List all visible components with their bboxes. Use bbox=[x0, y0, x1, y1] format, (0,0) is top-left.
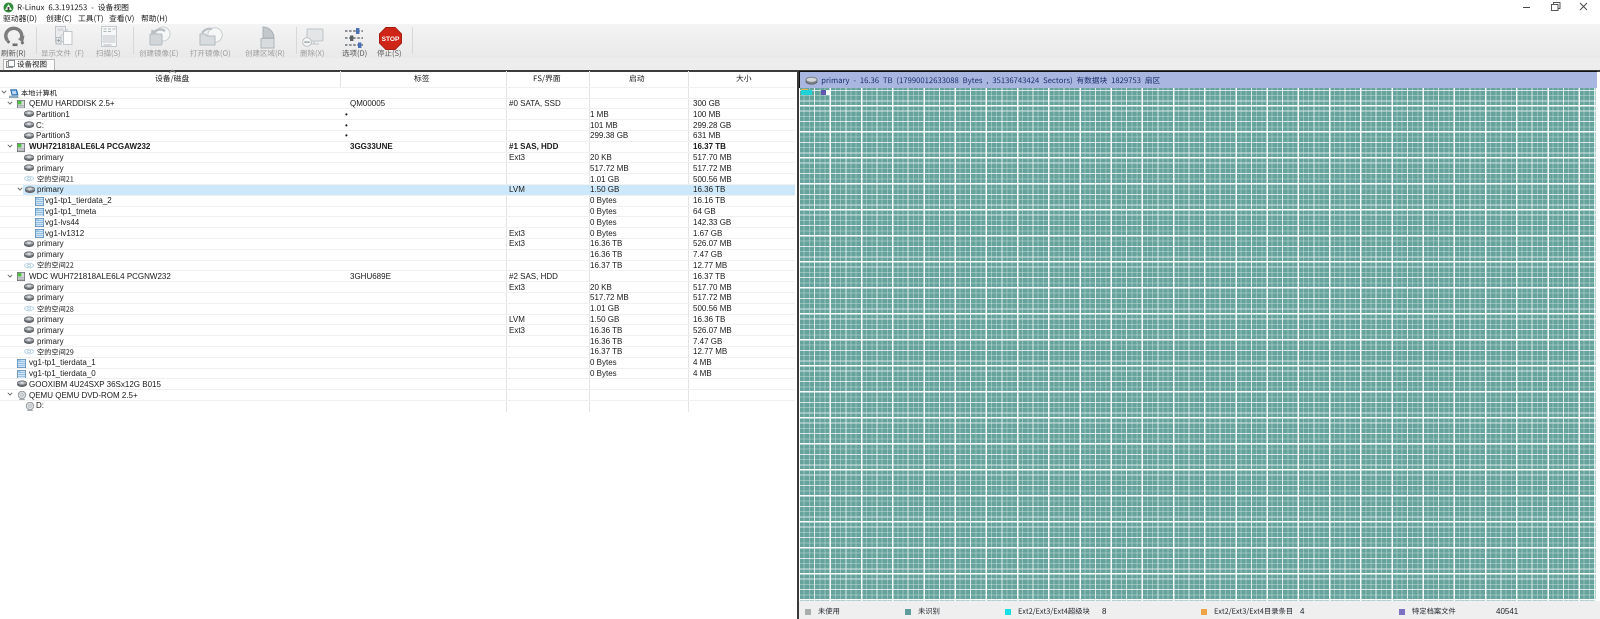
svg-text:STOP: STOP bbox=[382, 36, 400, 43]
